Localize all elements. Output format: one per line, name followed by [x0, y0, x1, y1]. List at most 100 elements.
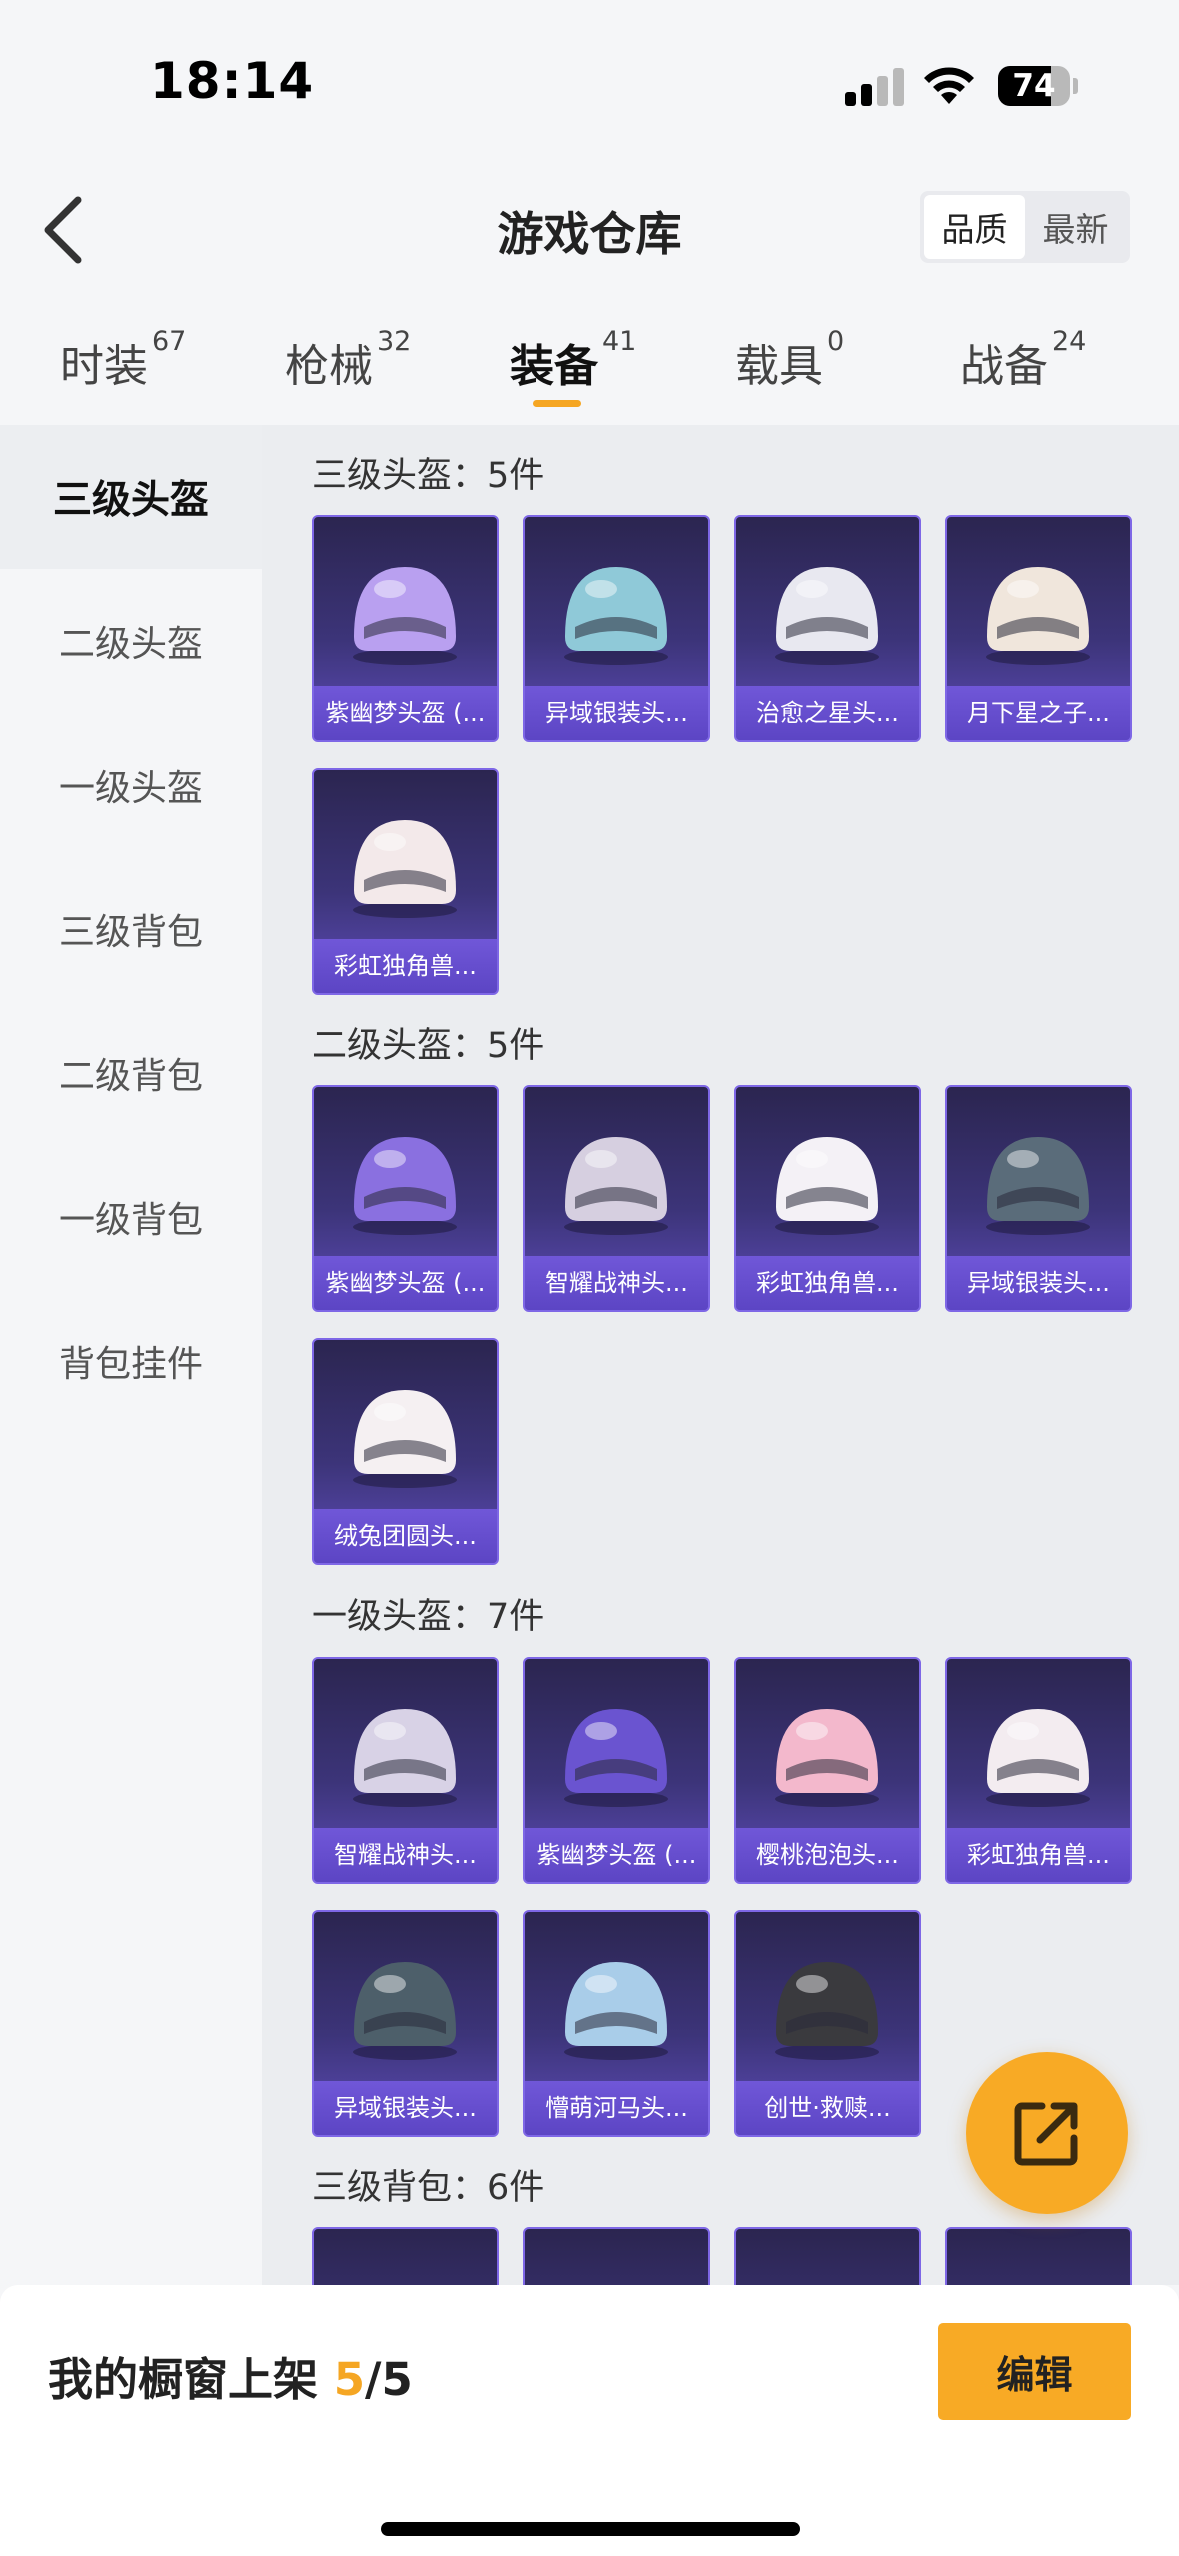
item-name: 治愈之星头...: [736, 686, 919, 740]
edit-button[interactable]: 编辑: [938, 2323, 1131, 2420]
item-name: 彩虹独角兽...: [736, 1256, 919, 1310]
helmet-icon: [353, 1709, 457, 1807]
helmet-icon: [564, 1137, 668, 1235]
active-tab-indicator: [533, 400, 581, 407]
tab-label: 载具: [735, 341, 823, 392]
item-card[interactable]: 绒兔团圆头...: [312, 1338, 499, 1565]
item-card[interactable]: [945, 2227, 1132, 2285]
item-card[interactable]: 彩虹独角兽...: [734, 1085, 921, 1312]
helmet-icon: [775, 1137, 879, 1235]
sort-quality-button[interactable]: 品质: [924, 195, 1025, 259]
sidebar-item-level1-backpack[interactable]: 一级背包: [0, 1145, 262, 1289]
item-card[interactable]: 彩虹独角兽...: [945, 1657, 1132, 1884]
sidebar-item-level3-backpack[interactable]: 三级背包: [0, 857, 262, 1001]
tab-count: 67: [152, 326, 187, 357]
showcase-separator: /: [365, 2353, 382, 2406]
item-card[interactable]: 异域银装头...: [312, 1910, 499, 2137]
helmet-icon: [986, 1137, 1090, 1235]
item-card[interactable]: 懵萌河马头...: [523, 1910, 710, 2137]
helmet-icon: [564, 1962, 668, 2060]
sort-newest-button[interactable]: 最新: [1025, 195, 1126, 259]
item-name: 紫幽梦头盔 (...: [314, 686, 497, 740]
tab-supplies[interactable]: 战备 24: [960, 326, 1086, 394]
helmet-icon: [564, 1709, 668, 1807]
backpack-icon: [525, 2239, 708, 2285]
showcase-label: 我的橱窗上架: [48, 2353, 319, 2406]
tab-label: 装备: [510, 341, 598, 392]
tab-guns[interactable]: 枪械 32: [285, 326, 411, 394]
item-name: 异域银装头...: [947, 1256, 1130, 1310]
home-indicator[interactable]: [381, 2522, 800, 2536]
tab-fashion[interactable]: 时装 67: [60, 326, 186, 394]
helmet-icon: [353, 567, 457, 665]
tab-count: 24: [1052, 326, 1087, 357]
tab-count: 32: [377, 326, 412, 357]
battery-cap: [1073, 78, 1078, 94]
helmet-icon: [353, 820, 457, 918]
sidebar-item-backpack-charm[interactable]: 背包挂件: [0, 1289, 262, 1433]
sidebar-item-level1-helmet[interactable]: 一级头盔: [0, 713, 262, 857]
item-card[interactable]: 智耀战神头...: [523, 1085, 710, 1312]
showcase-status: 我的橱窗上架 5/5: [48, 2343, 413, 2408]
item-name: 紫幽梦头盔 (...: [314, 1256, 497, 1310]
item-card[interactable]: 异域银装头...: [945, 1085, 1132, 1312]
helmet-icon: [564, 567, 668, 665]
item-card[interactable]: 智耀战神头...: [312, 1657, 499, 1884]
section-title: 三级头盔：5件: [312, 456, 545, 496]
item-name: 彩虹独角兽...: [314, 939, 497, 993]
backpack-icon: [736, 2239, 919, 2285]
item-card[interactable]: 异域银装头...: [523, 515, 710, 742]
status-time: 18:14: [150, 52, 315, 110]
share-button[interactable]: [966, 2052, 1128, 2214]
item-name: 异域银装头...: [525, 686, 708, 740]
item-card[interactable]: 樱桃泡泡头...: [734, 1657, 921, 1884]
item-card[interactable]: 月下星之子...: [945, 515, 1132, 742]
item-card[interactable]: [734, 2227, 921, 2285]
cellular-signal-icon: [845, 66, 905, 106]
item-name: 紫幽梦头盔 (...: [525, 1828, 708, 1882]
backpack-icon: [947, 2239, 1130, 2285]
battery-level: 74: [1012, 68, 1056, 104]
item-card[interactable]: 彩虹独角兽...: [312, 768, 499, 995]
sidebar-item-level2-helmet[interactable]: 二级头盔: [0, 569, 262, 713]
item-name: 樱桃泡泡头...: [736, 1828, 919, 1882]
tab-equipment[interactable]: 装备 41: [510, 326, 636, 394]
item-card[interactable]: 紫幽梦头盔 (...: [312, 515, 499, 742]
sort-toggle: 品质 最新: [920, 191, 1130, 263]
header: 游戏仓库 品质 最新: [0, 150, 1179, 300]
item-grid: 三级头盔：5件 紫幽梦头盔 (... 异域银装头... 治愈之星头... 月下星…: [262, 425, 1179, 2285]
wifi-icon: [924, 67, 974, 104]
backpack-icon: [314, 2239, 497, 2285]
item-name: 创世·救赎...: [736, 2081, 919, 2135]
item-card[interactable]: 紫幽梦头盔 (...: [523, 1657, 710, 1884]
item-name: 智耀战神头...: [314, 1828, 497, 1882]
helmet-icon: [775, 567, 879, 665]
section-title: 二级头盔：5件: [312, 1026, 545, 1066]
share-external-icon: [1014, 2102, 1078, 2166]
helmet-icon: [353, 1137, 457, 1235]
tab-label: 枪械: [285, 341, 373, 392]
item-name: 异域银装头...: [314, 2081, 497, 2135]
item-card[interactable]: 创世·救赎...: [734, 1910, 921, 2137]
category-tabs: 时装 67 枪械 32 装备 41 载具 0 战备 24: [0, 310, 1179, 420]
helmet-icon: [986, 567, 1090, 665]
sidebar: 三级头盔 二级头盔 一级头盔 三级背包 二级背包 一级背包 背包挂件: [0, 425, 262, 2285]
status-bar: 18:14 74: [0, 0, 1179, 150]
helmet-icon: [986, 1709, 1090, 1807]
item-card[interactable]: 紫幽梦头盔 (...: [312, 1085, 499, 1312]
item-card[interactable]: [523, 2227, 710, 2285]
item-card[interactable]: 治愈之星头...: [734, 515, 921, 742]
sidebar-item-level2-backpack[interactable]: 二级背包: [0, 1001, 262, 1145]
bottom-bar: 我的橱窗上架 5/5 编辑: [0, 2285, 1179, 2556]
tab-vehicles[interactable]: 载具 0: [735, 326, 844, 394]
helmet-icon: [775, 1962, 879, 2060]
item-card[interactable]: [312, 2227, 499, 2285]
section-title: 一级头盔：7件: [312, 1597, 545, 1637]
showcase-current: 5: [333, 2353, 365, 2406]
helmet-icon: [353, 1962, 457, 2060]
tab-count: 0: [827, 326, 845, 357]
tab-count: 41: [602, 326, 637, 357]
helmet-icon: [775, 1709, 879, 1807]
sidebar-item-level3-helmet[interactable]: 三级头盔: [0, 425, 262, 569]
helmet-icon: [353, 1390, 457, 1488]
